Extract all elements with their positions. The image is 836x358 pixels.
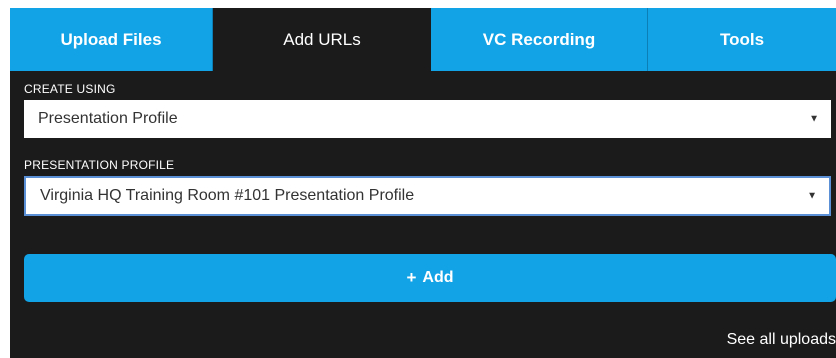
create-using-value: Presentation Profile bbox=[38, 110, 178, 127]
create-using-select[interactable]: Presentation Profile ▼ bbox=[24, 100, 831, 138]
see-all-uploads-link[interactable]: See all uploads bbox=[727, 331, 836, 349]
tab-label: Tools bbox=[719, 29, 765, 49]
tab-bar: Upload Files Add URLs VC Recording Tools bbox=[10, 8, 836, 71]
tab-label: Upload Files bbox=[60, 29, 162, 49]
upload-panel: Upload Files Add URLs VC Recording Tools… bbox=[10, 8, 836, 358]
tab-tools[interactable]: Tools bbox=[648, 8, 836, 71]
tab-label: Add URLs bbox=[283, 29, 361, 49]
presentation-profile-value: Virginia HQ Training Room #101 Presentat… bbox=[40, 187, 415, 204]
caret-down-icon: ▼ bbox=[809, 113, 819, 125]
plus-icon: + bbox=[406, 268, 417, 287]
add-button[interactable]: + Add bbox=[24, 254, 836, 302]
tab-upload-files[interactable]: Upload Files bbox=[10, 8, 213, 71]
presentation-profile-label: PRESENTATION PROFILE bbox=[24, 158, 175, 172]
tab-label: VC Recording bbox=[482, 29, 596, 49]
caret-down-icon: ▼ bbox=[807, 190, 817, 202]
presentation-profile-select[interactable]: Virginia HQ Training Room #101 Presentat… bbox=[24, 176, 831, 216]
add-button-label: Add bbox=[422, 269, 454, 286]
create-using-label: CREATE USING bbox=[24, 82, 116, 96]
tab-vc-recording[interactable]: VC Recording bbox=[431, 8, 648, 71]
tab-add-urls[interactable]: Add URLs bbox=[213, 8, 431, 71]
